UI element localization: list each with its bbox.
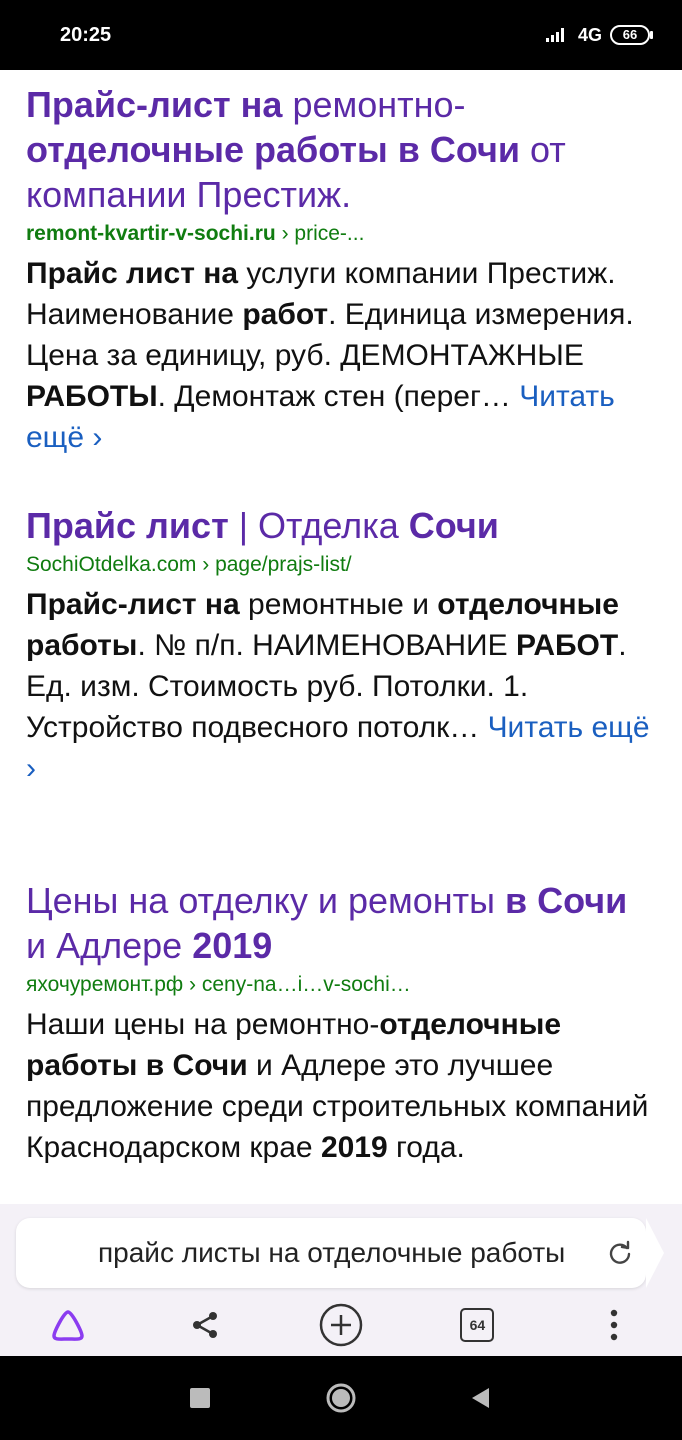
browser-toolbar: 64: [0, 1296, 682, 1354]
text-segment: Прайс лист: [26, 505, 229, 546]
text-segment: SochiOtdelka.com › page/prajs-list/: [26, 553, 352, 576]
menu-button[interactable]: [584, 1296, 644, 1354]
browser-bottom-bar: прайс листы на отделочные работы 64: [0, 1204, 682, 1356]
status-bar: 20:25 4G 66: [0, 0, 682, 70]
text-segment: и Адлере: [26, 925, 193, 966]
text-segment: работ: [242, 298, 329, 331]
result-snippet: Прайс-лист на ремонтные и отделочные раб…: [26, 584, 656, 789]
battery-icon: 66: [610, 25, 653, 45]
alice-button[interactable]: [38, 1296, 98, 1354]
network-type: 4G: [577, 24, 602, 45]
back-button[interactable]: [460, 1378, 500, 1418]
text-segment: ремонтные и: [239, 588, 438, 621]
result-url[interactable]: яхочуремонт.рф › ceny-na…i…v-sochi…: [26, 970, 656, 1000]
address-bar[interactable]: прайс листы на отделочные работы: [16, 1218, 664, 1288]
text-segment: РАБОТЫ: [26, 380, 158, 413]
more-vert-icon: [610, 1309, 617, 1341]
result-title[interactable]: Прайс-лист на ремонтно-отделочные работы…: [26, 82, 656, 217]
text-segment: Наши цены на ремонтно-: [26, 1008, 380, 1041]
address-bar-query[interactable]: прайс листы на отделочные работы: [98, 1218, 582, 1288]
system-nav-bar: [0, 1356, 682, 1440]
tabs-count: 64: [469, 1317, 486, 1333]
text-segment: в Сочи: [505, 880, 628, 921]
text-segment: Прайс лист на: [26, 257, 239, 290]
result-snippet: Прайс лист на услуги компании Престиж. Н…: [26, 253, 656, 458]
home-button[interactable]: [321, 1378, 361, 1418]
text-segment: Сочи: [408, 505, 499, 546]
text-segment: отделочные работы в Сочи: [26, 129, 520, 170]
reload-icon[interactable]: [606, 1239, 634, 1267]
tabs-count-icon: 64: [460, 1308, 495, 1342]
result-url[interactable]: SochiOtdelka.com › page/prajs-list/: [26, 550, 656, 580]
text-segment: Прайс-лист на: [26, 84, 283, 125]
status-icons: 4G 66: [545, 24, 653, 46]
text-segment: 2019: [320, 1131, 388, 1164]
text-segment: РАБОТ: [515, 629, 619, 662]
result-title[interactable]: Прайс лист | Отделка Сочи: [26, 503, 656, 548]
share-icon: [192, 1312, 217, 1338]
text-segment: года.: [387, 1131, 465, 1164]
back-triangle-icon: [472, 1388, 489, 1408]
result-url[interactable]: remont-kvartir-v-sochi.ru › price-...: [26, 219, 656, 249]
search-results: Прайс-лист на ремонтно-отделочные работы…: [0, 70, 682, 1204]
circle-icon: [326, 1383, 356, 1413]
signal-icon: [545, 28, 570, 42]
text-segment: › price-...: [275, 222, 365, 245]
text-segment: ремонтно-: [282, 84, 466, 125]
alice-icon: [52, 1310, 84, 1341]
text-segment: яхочуремонт.рф › ceny-na…i…v-sochi…: [26, 973, 411, 996]
text-segment: | Отделка: [228, 505, 409, 546]
text-segment: . Демонтаж стен (перег…: [157, 380, 520, 413]
tabs-button[interactable]: 64: [447, 1296, 507, 1354]
result-snippet: Наши цены на ремонтно-отделочные работы …: [26, 1004, 656, 1168]
result-title[interactable]: Цены на отделку и ремонты в Сочи и Адлер…: [26, 878, 656, 968]
text-segment: . № п/п. НАИМЕНОВАНИЕ: [137, 629, 516, 662]
new-tab-button[interactable]: [311, 1296, 371, 1354]
status-time: 20:25: [60, 23, 112, 46]
text-segment: Прайс-лист на: [26, 588, 240, 621]
plus-circle-icon: [319, 1303, 363, 1347]
search-result[interactable]: Прайс-лист на ремонтно-отделочные работы…: [26, 82, 656, 458]
share-button[interactable]: [175, 1296, 235, 1354]
search-result[interactable]: Прайс лист | Отделка Сочи SochiOtdelka.c…: [26, 503, 656, 789]
search-result[interactable]: Цены на отделку и ремонты в Сочи и Адлер…: [26, 878, 656, 1168]
text-segment: 2019: [192, 925, 273, 966]
square-icon: [190, 1388, 210, 1408]
text-segment: remont-kvartir-v-sochi.ru: [26, 222, 276, 245]
text-segment: Цены на отделку и ремонты: [26, 880, 506, 921]
recent-apps-button[interactable]: [180, 1378, 220, 1418]
